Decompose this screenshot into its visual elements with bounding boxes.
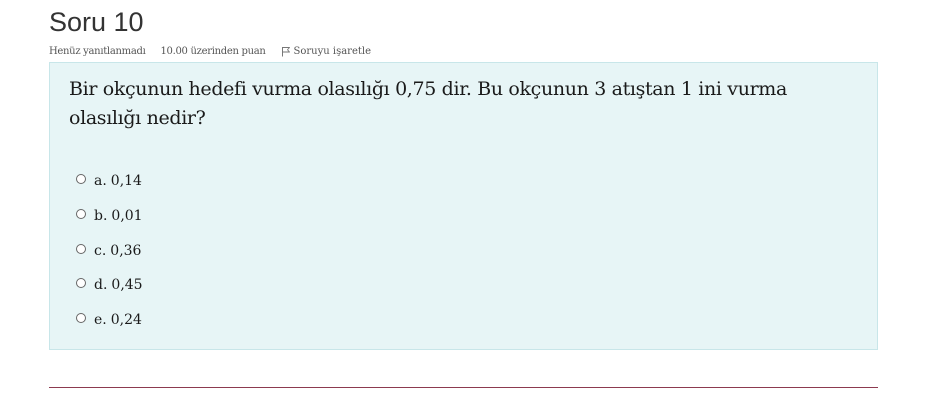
radio-button[interactable] xyxy=(76,174,86,185)
answer-label: c. 0,36 xyxy=(94,242,141,260)
radio-button[interactable] xyxy=(76,313,86,324)
radio-button[interactable] xyxy=(76,209,86,220)
question-text: Bir okçunun hedefi vurma olasılığı 0,75 … xyxy=(69,78,787,129)
answer-value: 0,24 xyxy=(110,312,142,329)
question-points: 10.00 üzerinden puan xyxy=(160,46,266,57)
answer-list: a. 0,14 b. 0,01 c. 0,36 d. 0,45 e. 0,24 xyxy=(76,164,143,337)
answer-value: 0,45 xyxy=(111,277,143,294)
answer-value: 0,36 xyxy=(110,242,142,259)
answer-option-d[interactable]: d. 0,45 xyxy=(76,268,143,303)
question-info: Henüz yanıtlanmadı 10.00 üzerinden puan … xyxy=(49,45,371,58)
flag-question-label: Soruyu işaretle xyxy=(293,46,372,57)
answer-option-c[interactable]: c. 0,36 xyxy=(76,233,143,268)
flag-question-link[interactable]: Soruyu işaretle xyxy=(281,45,372,58)
answer-option-a[interactable]: a. 0,14 xyxy=(76,164,143,199)
answer-option-e[interactable]: e. 0,24 xyxy=(76,303,143,338)
answer-letter: e. xyxy=(94,312,107,329)
question-divider xyxy=(49,387,878,388)
answer-letter: c. xyxy=(94,242,107,259)
question-title: Soru 10 xyxy=(49,7,144,37)
answer-value: 0,01 xyxy=(111,208,143,225)
answer-option-b[interactable]: b. 0,01 xyxy=(76,199,143,234)
question-status: Henüz yanıtlanmadı xyxy=(49,46,146,57)
answer-label: b. 0,01 xyxy=(94,207,143,225)
answer-letter: a. xyxy=(94,173,107,190)
answer-letter: b. xyxy=(94,208,108,225)
answer-label: e. 0,24 xyxy=(94,311,142,329)
answer-value: 0,14 xyxy=(110,173,142,190)
radio-button[interactable] xyxy=(76,243,86,254)
radio-button[interactable] xyxy=(76,278,86,289)
answer-letter: d. xyxy=(94,277,108,294)
answer-label: d. 0,45 xyxy=(94,276,143,294)
answer-label: a. 0,14 xyxy=(94,172,142,190)
question-content: Bir okçunun hedefi vurma olasılığı 0,75 … xyxy=(49,62,878,350)
flag-icon xyxy=(281,47,290,57)
